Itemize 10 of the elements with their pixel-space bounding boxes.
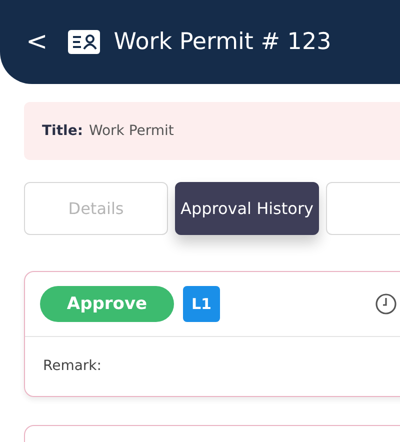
field-value: Work Permit (88, 123, 174, 139)
remark-label: Remark: (42, 357, 103, 376)
clock-icon (375, 293, 397, 315)
page-title: Work Permit # 123 (114, 29, 332, 55)
field-label: Title: (42, 123, 83, 139)
status-badge: Approve (40, 286, 174, 322)
back-button[interactable]: < (20, 27, 54, 57)
level-badge: L1 (183, 286, 220, 322)
tab[interactable]: Approval History (175, 182, 319, 235)
id-card-icon (68, 30, 100, 54)
